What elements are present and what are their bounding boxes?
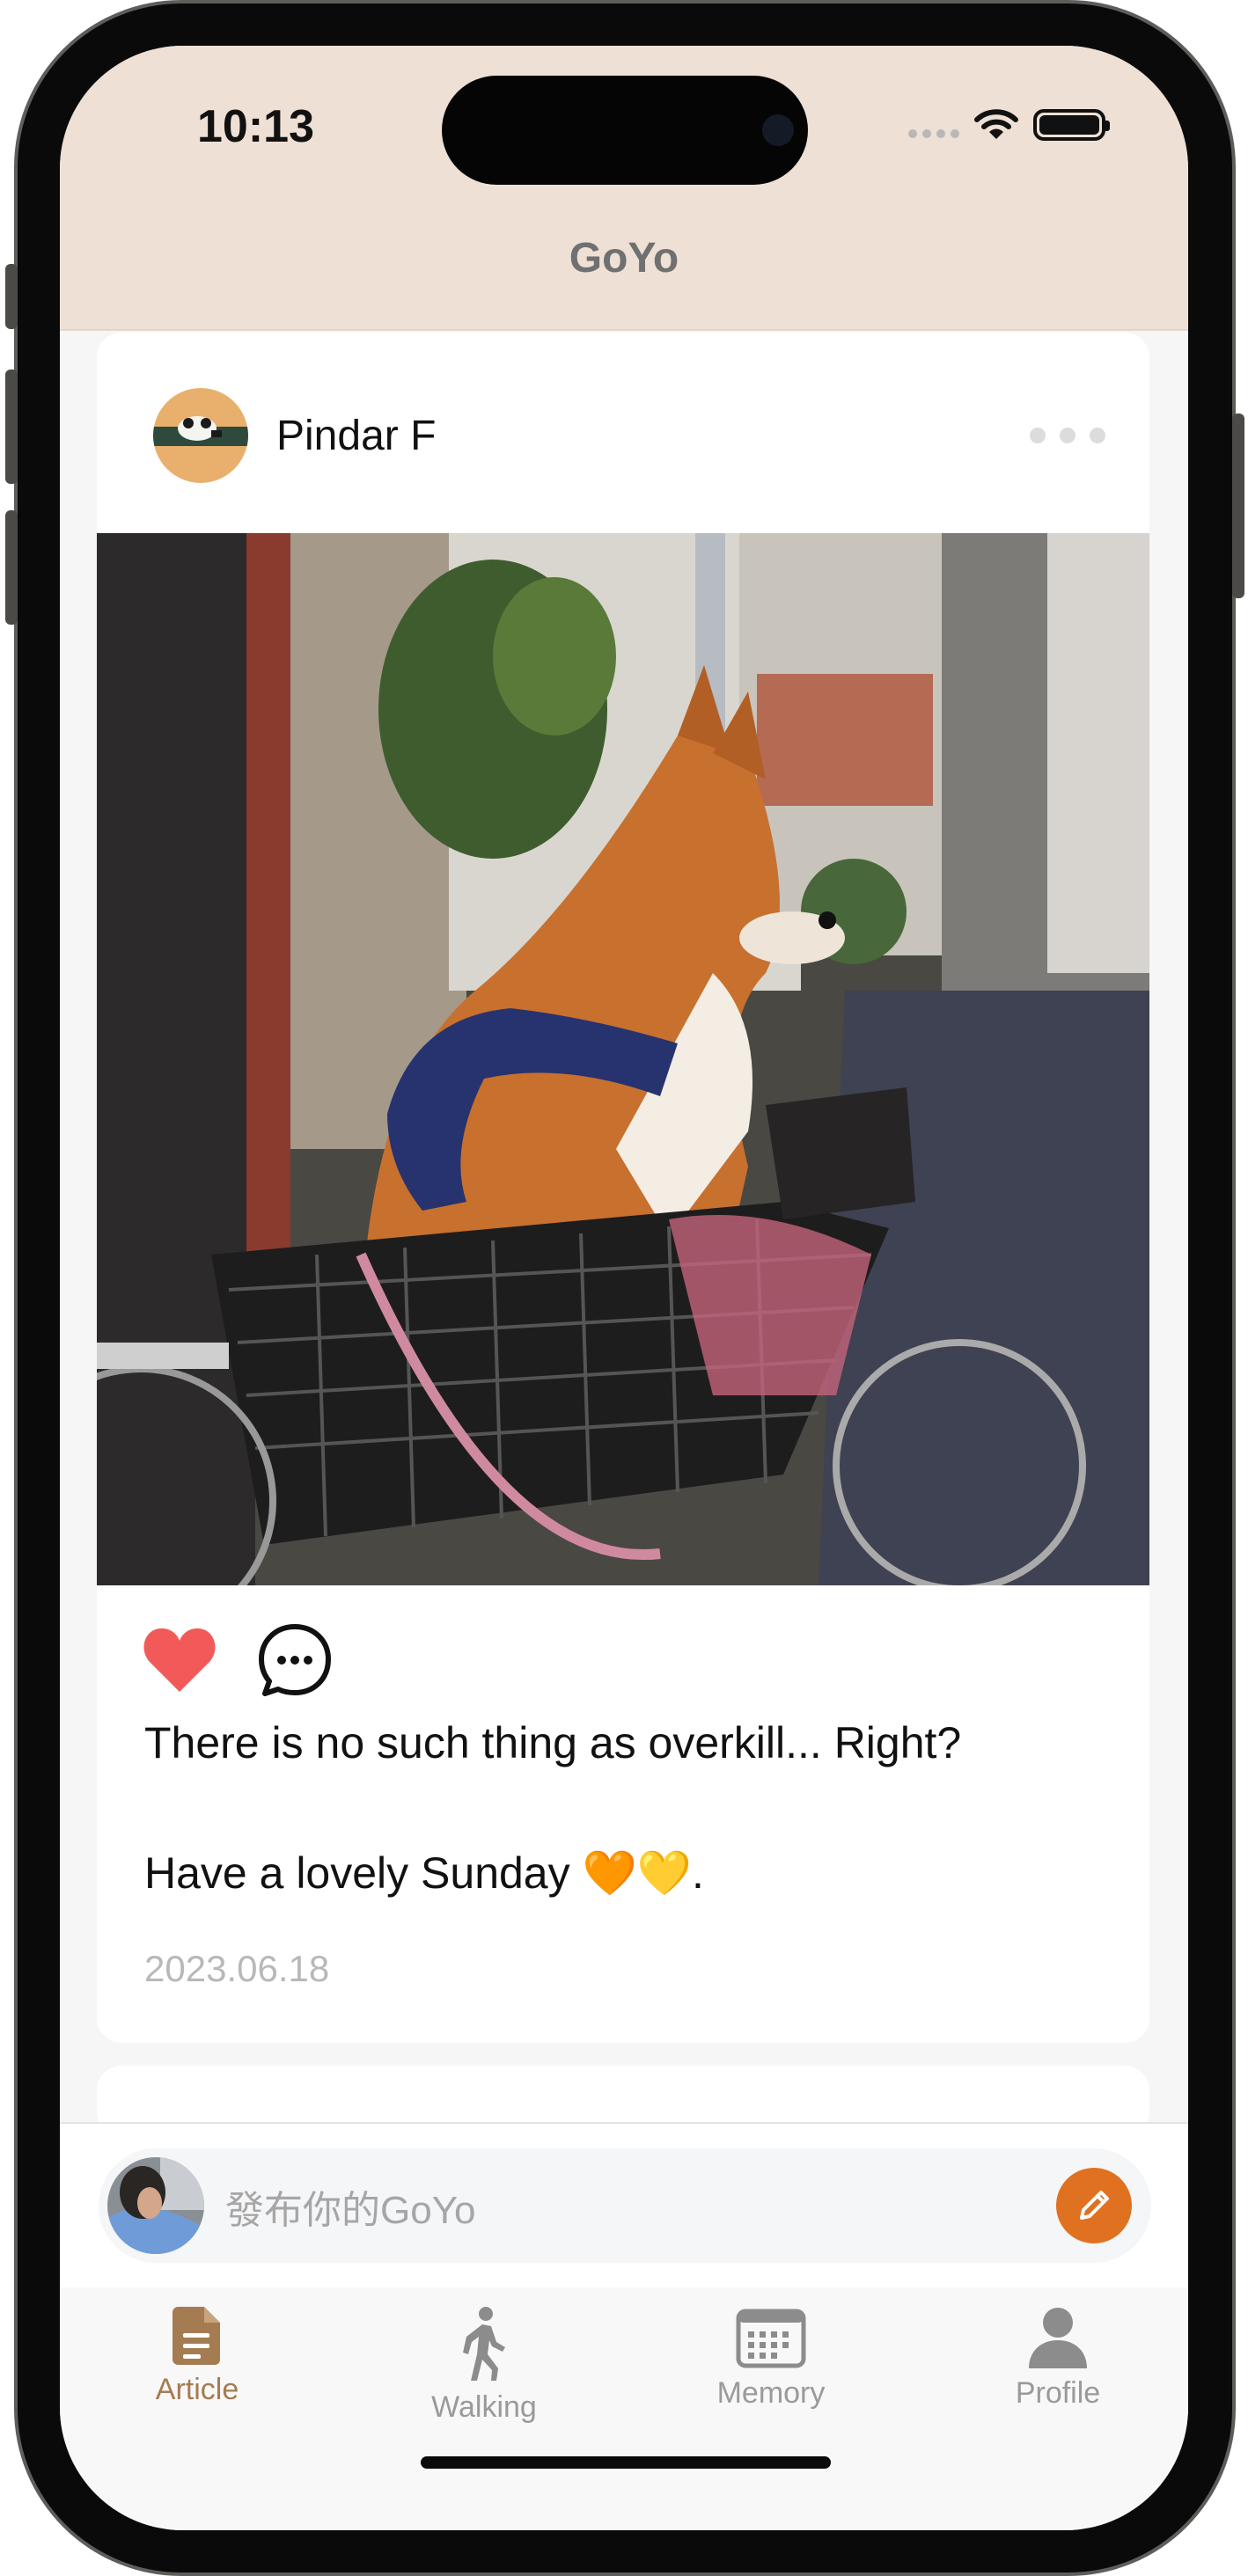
tab-label: Profile: [1015, 2376, 1101, 2410]
tab-label: Walking: [431, 2390, 537, 2424]
composer-bar: 發布你的GoYo: [60, 2122, 1188, 2289]
person-icon: [1029, 2308, 1087, 2368]
tab-label: Memory: [716, 2376, 826, 2410]
status-time: 10:13: [197, 101, 314, 152]
post-text: There is no such thing as overkill... Ri…: [144, 1710, 1112, 1906]
composer-input[interactable]: 發布你的GoYo: [225, 2178, 475, 2235]
tab-bar: Article Walking Memory Profile: [60, 2287, 1188, 2530]
power-button: [1232, 413, 1244, 598]
wifi-icon: [974, 109, 1018, 139]
post-text-line: There is no such thing as overkill... Ri…: [144, 1718, 962, 1767]
author-name[interactable]: Pindar F: [276, 412, 436, 460]
dynamic-island: [442, 76, 808, 185]
pencil-icon: [1080, 2191, 1109, 2220]
volume-up-button: [5, 370, 18, 484]
tab-memory[interactable]: Memory: [674, 2307, 868, 2411]
document-icon: [173, 2307, 220, 2365]
post-date: 2023.06.18: [144, 1948, 330, 1989]
tab-article[interactable]: Article: [100, 2307, 294, 2407]
compose-button[interactable]: [1056, 2168, 1132, 2243]
author-avatar[interactable]: [153, 388, 248, 483]
front-camera: [762, 114, 794, 146]
home-indicator[interactable]: [421, 2456, 831, 2469]
page-title: GoYo: [569, 235, 679, 282]
status-indicators: [908, 107, 1110, 143]
post-text-line: Have a lovely Sunday 🧡💛.: [144, 1848, 704, 1898]
user-avatar[interactable]: [107, 2157, 204, 2254]
calendar-icon: [736, 2309, 806, 2368]
cellular-signal-icon: [908, 112, 959, 138]
post-actions: [143, 1622, 333, 1698]
heart-icon[interactable]: [143, 1627, 217, 1694]
battery-icon: [1033, 109, 1110, 141]
volume-down-button: [5, 510, 18, 625]
comment-icon[interactable]: [257, 1622, 333, 1698]
post-header: Pindar F: [153, 387, 1105, 484]
tab-walking[interactable]: Walking: [387, 2307, 581, 2425]
walking-icon: [463, 2307, 505, 2381]
top-bar: 10:13 GoYo: [60, 46, 1188, 331]
tab-profile[interactable]: Profile: [961, 2307, 1155, 2411]
post-photo[interactable]: [97, 533, 1149, 1585]
app-screen: 10:13 GoYo Pindar F There is no such thi…: [60, 46, 1188, 2530]
tab-label: Article: [155, 2373, 239, 2406]
more-icon[interactable]: [1030, 428, 1105, 443]
post-card: Pindar F There is no such thing as overk…: [97, 333, 1149, 2043]
composer-box[interactable]: 發布你的GoYo: [99, 2148, 1151, 2263]
action-button: [5, 264, 18, 329]
